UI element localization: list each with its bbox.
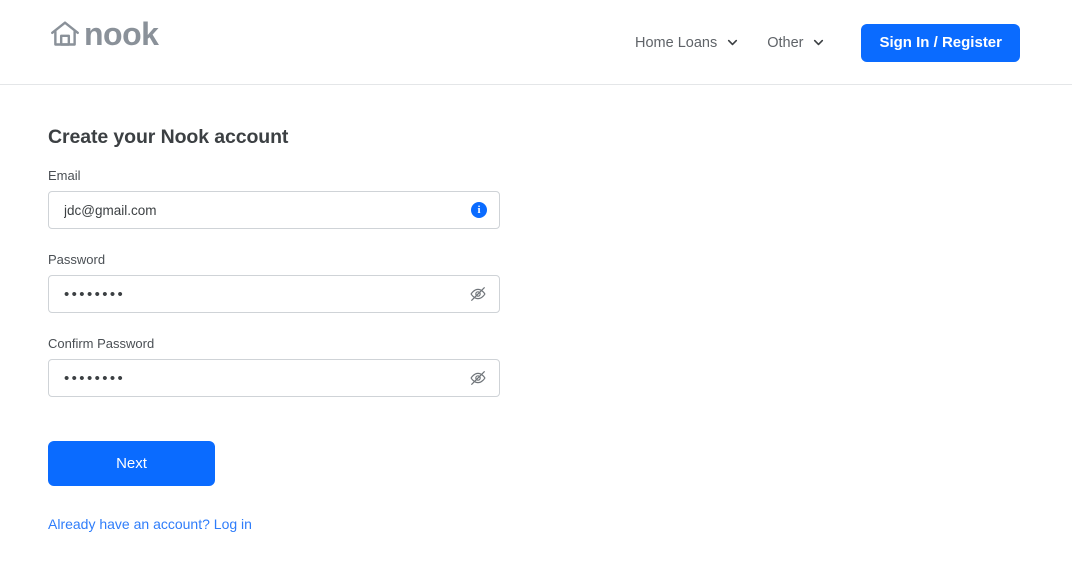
eye-off-icon [469,369,487,387]
nav-item-home-loans[interactable]: Home Loans [621,29,753,57]
nav-item-other[interactable]: Other [753,29,839,57]
chevron-down-icon [726,36,739,49]
email-input-wrapper[interactable]: i [48,191,500,229]
password-field-group: Password [48,252,500,313]
brand-text: nook [84,16,159,52]
chevron-down-icon [812,36,825,49]
login-link[interactable]: Already have an account? Log in [48,516,252,532]
confirm-password-field-group: Confirm Password [48,336,500,397]
email-input[interactable] [49,192,499,228]
email-field-group: Email i [48,168,500,229]
sign-in-register-button[interactable]: Sign In / Register [861,23,1020,62]
email-label: Email [48,168,81,183]
confirm-password-input[interactable] [49,360,499,396]
nav-item-label: Home Loans [634,34,718,51]
info-icon-glyph: i [471,202,487,218]
password-input[interactable] [49,276,499,312]
toggle-password-visibility-button[interactable] [469,285,487,303]
brand-logo[interactable]: nook [48,16,159,52]
password-input-wrapper[interactable] [48,275,500,313]
password-label: Password [48,252,106,267]
confirm-password-input-wrapper[interactable] [48,359,500,397]
house-icon [48,17,82,51]
confirm-password-label: Confirm Password [48,336,155,351]
main-navigation: Home Loans Other Sign In / Register [621,0,1020,85]
nav-item-label: Other [767,34,804,51]
toggle-confirm-password-visibility-button[interactable] [469,369,487,387]
create-account-form: Email i Password [48,168,500,534]
info-icon[interactable]: i [471,202,487,218]
next-button[interactable]: Next [48,441,215,486]
eye-off-icon [469,285,487,303]
page-title: Create your Nook account [48,126,289,148]
site-header: nook Home Loans Other Sign In / Register [0,0,1072,85]
